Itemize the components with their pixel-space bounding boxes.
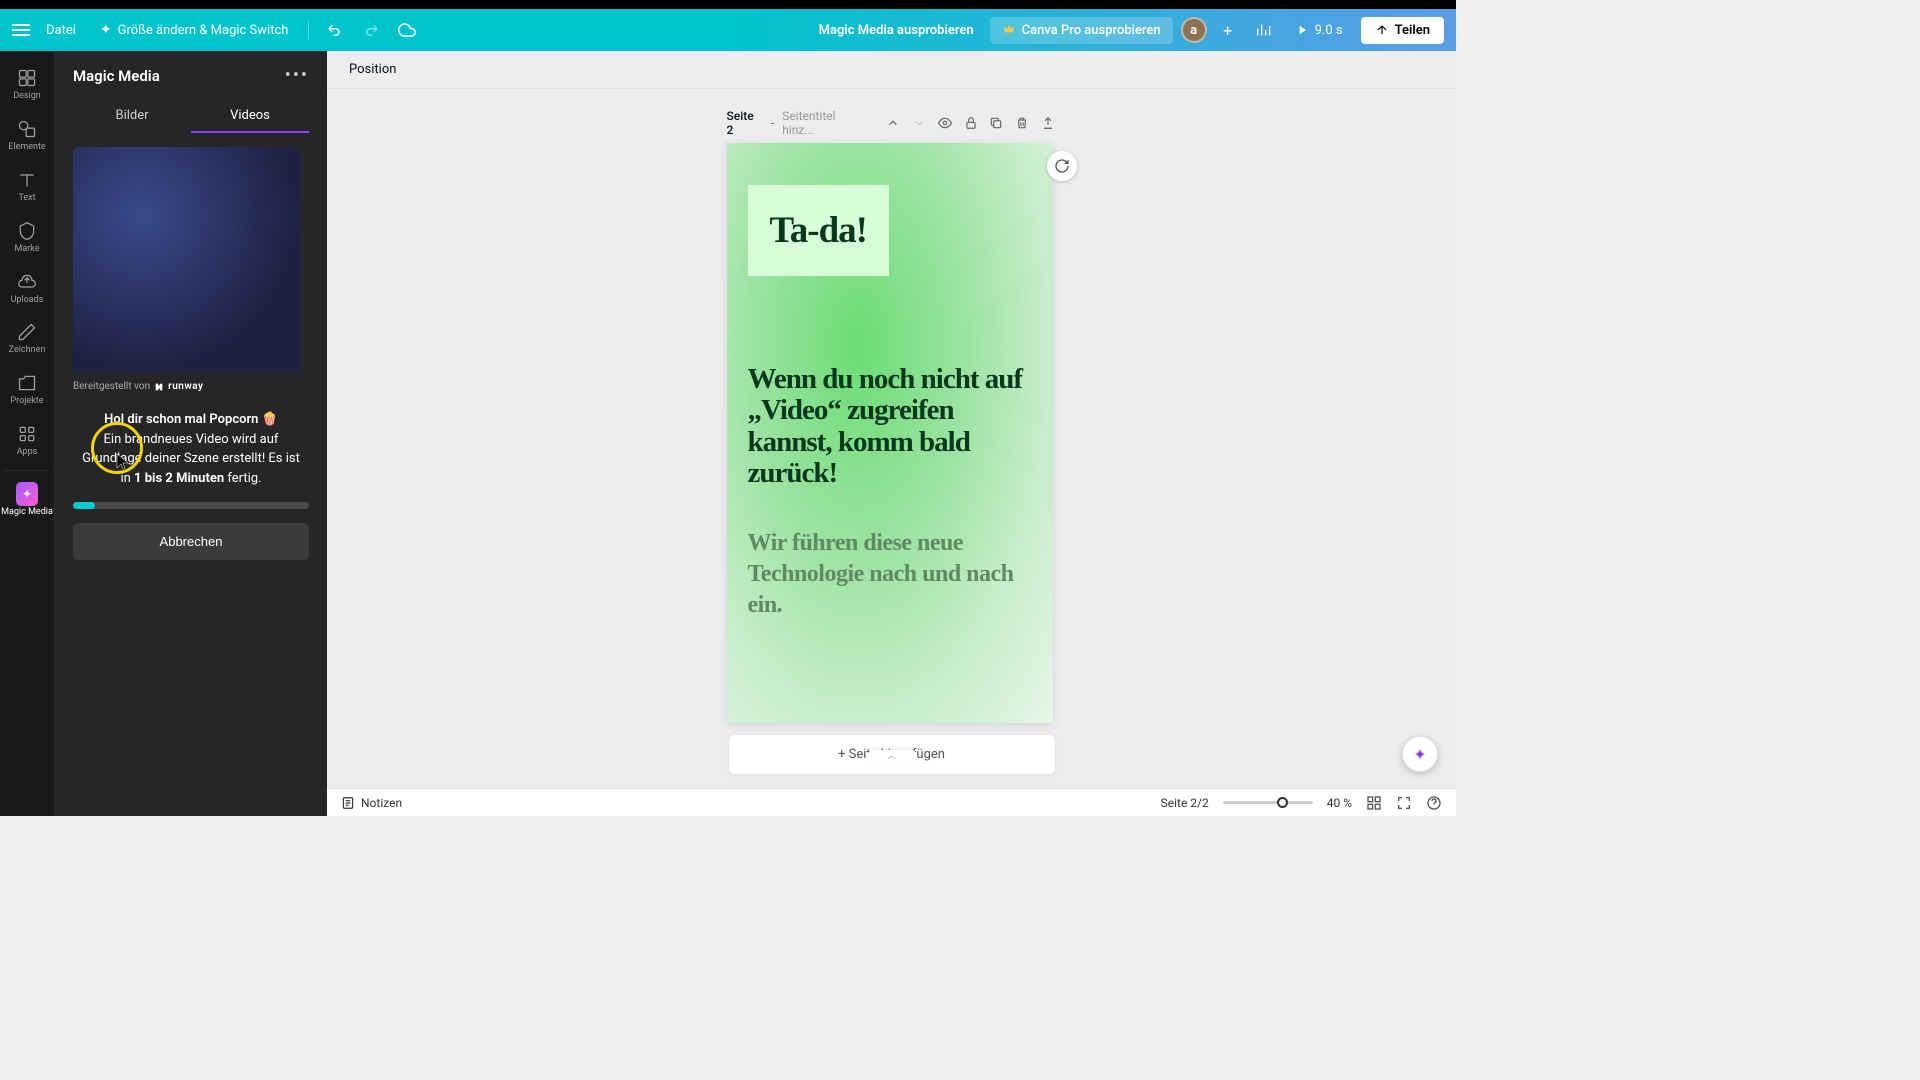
lock-page-icon[interactable] — [962, 114, 980, 132]
magic-media-icon: ✦ — [16, 482, 38, 506]
resize-magic-button[interactable]: ✦ Größe ändern & Magic Switch — [92, 16, 297, 44]
duplicate-page-icon[interactable] — [987, 114, 1005, 132]
context-toolbar: Position — [327, 51, 1456, 89]
apps-icon — [16, 423, 38, 445]
canvas-page[interactable]: Ta-da! Wenn du noch nicht auf „Video“ zu… — [727, 143, 1053, 723]
reload-page-icon[interactable] — [1047, 151, 1077, 181]
cancel-button[interactable]: Abbrechen — [73, 523, 309, 560]
page-number: Seite 2 — [727, 109, 763, 137]
rail-uploads[interactable]: Uploads — [0, 263, 55, 314]
rail-brand[interactable]: Marke — [0, 212, 55, 263]
assistant-fab[interactable]: ✦ — [1402, 736, 1438, 772]
runway-logo-icon — [154, 382, 164, 392]
body-text-1[interactable]: Wenn du noch nicht auf „Video“ zugreifen… — [748, 364, 1035, 489]
uploads-icon — [16, 271, 38, 293]
browser-chrome-stub — [0, 0, 1456, 9]
undo-button[interactable] — [321, 16, 349, 44]
sparkle-icon: ✦ — [100, 22, 112, 38]
tada-text: Ta-da! — [770, 209, 868, 252]
tada-box[interactable]: Ta-da! — [748, 185, 890, 276]
elements-icon — [16, 118, 38, 140]
top-toolbar: Datei ✦ Größe ändern & Magic Switch Magi… — [0, 9, 1456, 51]
timeline-peek-tab[interactable]: ︿ — [867, 750, 917, 760]
page-up-icon[interactable] — [885, 114, 903, 132]
avatar[interactable]: a — [1181, 17, 1207, 43]
divider — [308, 20, 309, 40]
file-menu[interactable]: Datei — [38, 17, 84, 44]
menu-icon[interactable] — [12, 21, 30, 39]
page-header: Seite 2 - Seitentitel hinz... — [727, 109, 1057, 137]
rail-projects[interactable]: Projekte — [0, 364, 55, 415]
grid-view-icon[interactable] — [1366, 795, 1382, 811]
zoom-thumb[interactable] — [1277, 797, 1288, 808]
share-button[interactable]: Teilen — [1361, 17, 1444, 44]
video-preview — [73, 147, 301, 373]
add-member-button[interactable]: + — [1215, 17, 1241, 43]
draw-icon — [16, 321, 38, 343]
canvas-area: Position Seite 2 - Seitentitel hinz... T… — [327, 51, 1456, 788]
text-icon — [16, 169, 38, 191]
fullscreen-icon[interactable] — [1396, 795, 1412, 811]
divider — [5, 470, 48, 471]
help-icon[interactable] — [1426, 795, 1442, 811]
rail-elements[interactable]: Elemente — [0, 110, 55, 161]
sparkle-icon: ✦ — [1413, 745, 1426, 764]
rail-text[interactable]: Text — [0, 161, 55, 212]
export-page-icon[interactable] — [1039, 114, 1057, 132]
rail-design[interactable]: Design — [0, 59, 55, 110]
zoom-slider[interactable] — [1223, 801, 1313, 804]
rail-draw[interactable]: Zeichnen — [0, 313, 55, 364]
generation-status: Hol dir schon mal Popcorn 🍿 Ein brandneu… — [73, 410, 309, 488]
progress-fill — [73, 502, 95, 509]
crown-icon — [1002, 23, 1016, 37]
hide-page-icon[interactable] — [936, 114, 954, 132]
panel-title: Magic Media — [73, 67, 160, 85]
delete-page-icon[interactable] — [1013, 114, 1031, 132]
rail-magic-media[interactable]: ✦ Magic Media — [0, 475, 55, 526]
more-icon[interactable]: ••• — [285, 65, 309, 86]
panel-tabs: Bilder Videos — [55, 98, 327, 133]
notes-icon — [341, 796, 355, 810]
rail-apps[interactable]: Apps — [0, 415, 55, 466]
page-title-placeholder[interactable]: Seitentitel hinz... — [782, 109, 868, 137]
design-icon — [16, 67, 38, 89]
side-panel: Magic Media ••• Bilder Videos Bereitgest… — [55, 51, 327, 816]
brand-icon — [16, 220, 38, 242]
try-magic-media-label[interactable]: Magic Media ausprobieren — [811, 17, 982, 44]
position-button[interactable]: Position — [339, 56, 406, 83]
progress-bar — [73, 502, 309, 509]
provider-label: Bereitgestellt von runway — [73, 381, 309, 392]
redo-button[interactable] — [357, 16, 385, 44]
left-rail: Design Elemente Text Marke Uploads Zeich… — [0, 51, 55, 816]
tab-videos[interactable]: Videos — [191, 98, 309, 133]
notes-button[interactable]: Notizen — [341, 796, 402, 810]
cloud-sync-icon[interactable] — [393, 16, 421, 44]
zoom-value: 40 % — [1327, 796, 1352, 810]
page-indicator: Seite 2/2 — [1161, 796, 1209, 810]
tab-images[interactable]: Bilder — [73, 98, 191, 133]
bottom-bar: Notizen Seite 2/2 40 % — [327, 788, 1456, 816]
analytics-button[interactable] — [1249, 16, 1277, 44]
page-down-icon[interactable] — [910, 114, 928, 132]
play-button[interactable]: 9.0 s — [1285, 17, 1353, 44]
body-text-2[interactable]: Wir führen diese neue Technologie nach u… — [748, 528, 1028, 622]
projects-icon — [16, 372, 38, 394]
try-pro-button[interactable]: Canva Pro ausprobieren — [990, 17, 1173, 44]
